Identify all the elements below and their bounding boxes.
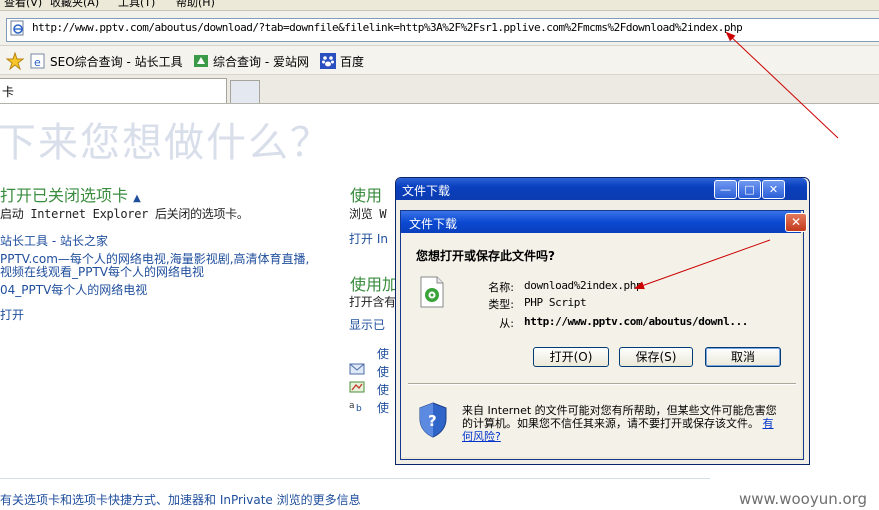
use-addon-title: 使用加: [350, 275, 399, 294]
fav-item-aizhan[interactable]: 综合查询 - 爱站网: [193, 52, 309, 70]
reopen-closed-tabs-title[interactable]: 打开已关闭选项卡 ▲: [0, 182, 141, 206]
map-accelerator-icon: [349, 381, 365, 393]
menu-tools[interactable]: 工具(T): [118, 0, 155, 10]
outer-dialog-title: 文件下载: [402, 184, 451, 198]
watermark: www.wooyun.org: [739, 490, 868, 508]
aizhan-icon: [194, 55, 208, 67]
accel-item-3[interactable]: 使: [377, 381, 389, 398]
ie-icon: e: [30, 53, 45, 69]
new-tab-button[interactable]: [230, 80, 260, 103]
menu-view[interactable]: 查看(V): [4, 0, 42, 10]
name-label: 名称:: [488, 281, 514, 294]
ie-page-icon: [10, 20, 24, 36]
tab-active[interactable]: 卡: [0, 78, 227, 103]
maximize-button[interactable]: □: [738, 180, 761, 199]
baidu-paw-icon: [320, 53, 336, 69]
open-all-link[interactable]: 打开: [0, 306, 24, 323]
menu-bar: 查看(V) 收藏夹(A) 工具(T) 帮助(H): [0, 0, 879, 11]
open-with-text: 打开含有: [349, 295, 396, 309]
chevron-up-icon: ▲: [133, 193, 141, 204]
type-value: PHP Script: [524, 296, 587, 309]
save-button[interactable]: 保存(S): [619, 347, 693, 367]
browse-text: 浏览 W: [349, 207, 387, 221]
address-url[interactable]: http://www.pptv.com/aboutus/download/?ta…: [32, 21, 743, 34]
accel-item-2[interactable]: 使: [377, 363, 389, 380]
security-shield-icon: ?: [419, 402, 447, 438]
closed-tab-link-2-cont[interactable]: 视频在线观看_PPTV每个人的网络电视: [0, 263, 204, 280]
menu-help[interactable]: 帮助(H): [176, 0, 215, 10]
security-warning: 来自 Internet 的文件可能对您有所帮助，但某些文件可能危害您的计算机。如…: [462, 404, 782, 443]
svg-text:e: e: [34, 56, 41, 69]
dialog-question: 您想打开或保存此文件吗?: [416, 249, 555, 263]
show-link[interactable]: 显示已: [349, 316, 385, 333]
fav-item-baidu[interactable]: 百度: [320, 52, 364, 70]
reopen-desc: 启动 Internet Explorer 后关闭的选项卡。: [0, 207, 249, 221]
svg-text:?: ?: [428, 412, 437, 430]
accel-item-4[interactable]: 使: [377, 399, 389, 416]
footer-more-info-link[interactable]: 有关选项卡和选项卡快捷方式、加速器和 InPrivate 浏览的更多信息: [0, 491, 361, 508]
closed-tab-link-3[interactable]: 04_PPTV每个人的网络电视: [0, 281, 147, 298]
warning-text: 来自 Internet 的文件可能对您有所帮助，但某些文件可能危害您的计算机。如…: [462, 404, 777, 430]
translate-accelerator-icon: ab: [349, 401, 362, 412]
dialog-title: 文件下载: [409, 217, 458, 231]
fav-item-seo[interactable]: e SEO综合查询 - 站长工具: [30, 52, 183, 70]
fav-label-aizhan: 综合查询 - 爱站网: [213, 54, 309, 69]
name-value: download%2index.php: [524, 279, 643, 292]
fav-label-seo: SEO综合查询 - 站长工具: [50, 54, 183, 69]
dialog-titlebar[interactable]: 文件下载: [401, 211, 801, 233]
open-in-link[interactable]: 打开 In: [349, 230, 388, 247]
minimize-button[interactable]: —: [714, 180, 737, 199]
svg-text:a: a: [349, 401, 355, 411]
php-file-icon: [420, 276, 444, 308]
closed-tab-link-1[interactable]: 站长工具 - 站长之家: [0, 232, 108, 249]
menu-favorites[interactable]: 收藏夹(A): [50, 0, 99, 10]
dialog-close-button[interactable]: ✕: [785, 213, 807, 232]
accel-item-1[interactable]: 使: [377, 345, 389, 362]
from-value: http://www.pptv.com/aboutus/downl...: [524, 315, 749, 328]
footer-divider: [0, 478, 710, 479]
type-label: 类型:: [488, 298, 514, 311]
email-accelerator-icon: [349, 363, 365, 375]
favorites-star-icon[interactable]: [6, 52, 24, 70]
fav-label-baidu: 百度: [340, 54, 365, 69]
svg-text:b: b: [356, 404, 362, 412]
outer-close-button[interactable]: ✕: [762, 180, 785, 199]
tab-active-label: 卡: [2, 85, 15, 99]
reopen-title-text: 打开已关闭选项卡: [0, 186, 129, 205]
cancel-button[interactable]: 取消: [705, 347, 781, 367]
use-section-title: 使用: [350, 186, 383, 205]
page-headline: 下来您想做什么？: [0, 120, 332, 166]
open-button[interactable]: 打开(O): [533, 347, 609, 367]
from-label: 从:: [499, 317, 514, 330]
dialog-separator: [408, 383, 796, 385]
